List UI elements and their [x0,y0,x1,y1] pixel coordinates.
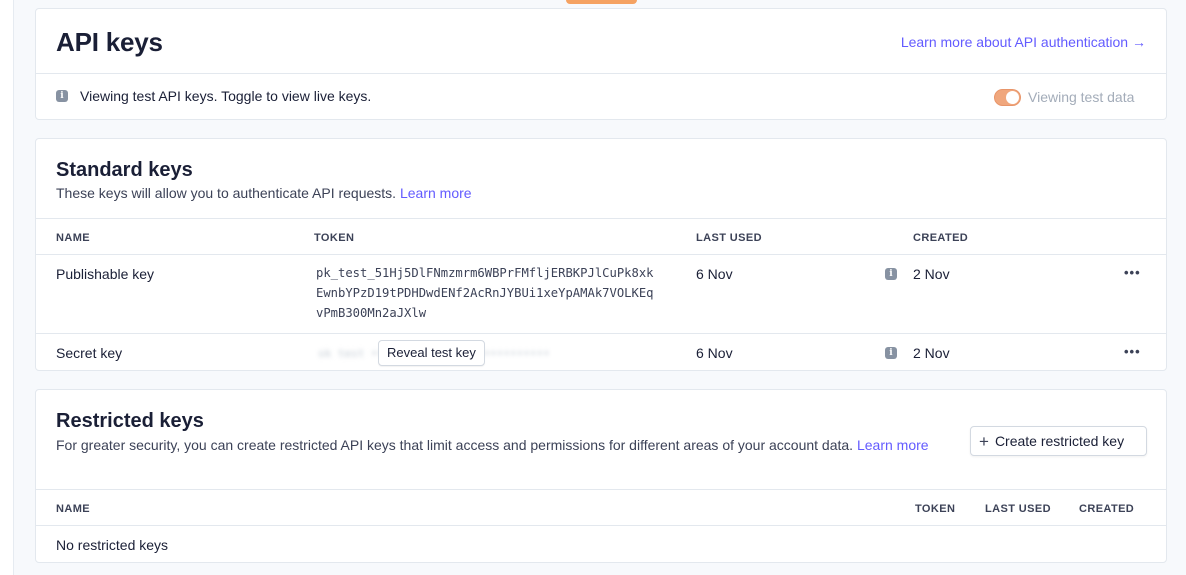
column-header-name: NAME [56,232,90,244]
standard-keys-learn-more-link[interactable]: Learn more [400,185,472,201]
more-horizontal-icon[interactable]: ••• [1124,344,1141,359]
api-keys-header-card: API keys Learn more about API authentica… [35,8,1167,120]
page-title: API keys [56,27,163,57]
test-data-toggle-label: Viewing test data [1028,89,1135,105]
divider [36,254,1166,255]
standard-keys-card: Standard keys These keys will allow you … [35,138,1167,371]
reveal-test-key-button[interactable]: Reveal test key [378,340,485,366]
test-keys-message: Viewing test API keys. Toggle to view li… [80,88,372,104]
column-header-last-used: LAST USED [696,232,762,244]
plus-icon: + [979,432,989,451]
info-icon: i [56,90,68,102]
info-icon[interactable]: i [885,268,897,280]
learn-api-authentication-link[interactable]: Learn more about API authentication → [901,34,1146,50]
divider [36,333,1166,334]
standard-keys-title: Standard keys [56,159,193,181]
create-restricted-key-button[interactable]: + Create restricted key [970,426,1147,456]
column-header-created: CREATED [1079,503,1135,515]
restricted-keys-card: Restricted keys For greater security, yo… [35,389,1167,563]
standard-keys-description-text: These keys will allow you to authenticat… [56,185,397,201]
divider [36,73,1166,74]
toggle-knob [1006,91,1019,104]
column-header-name: NAME [56,503,90,515]
test-data-toggle[interactable] [994,89,1021,106]
column-header-token: TOKEN [915,503,956,515]
more-horizontal-icon[interactable]: ••• [1124,265,1141,280]
column-header-created: CREATED [913,232,969,244]
restricted-keys-learn-more-link[interactable]: Learn more [857,437,929,453]
secret-key-created: 2 Nov [913,345,950,361]
restricted-keys-description: For greater security, you can create res… [56,435,941,455]
publishable-key-created: 2 Nov [913,266,950,282]
publishable-key-token[interactable]: pk_test_51Hj5DlFNmzmrm6WBPrFMfljERBKPJlC… [316,263,656,323]
secret-key-last-used: 6 Nov [696,345,733,361]
divider [36,489,1166,490]
test-mode-tab [566,0,637,4]
restricted-keys-title: Restricted keys [56,410,204,432]
create-restricted-key-label: Create restricted key [994,433,1125,449]
column-header-last-used: LAST USED [985,503,1051,515]
publishable-key-name: Publishable key [56,266,155,282]
publishable-key-last-used: 6 Nov [696,266,733,282]
restricted-keys-description-text: For greater security, you can create res… [56,437,854,453]
divider [36,218,1166,219]
standard-keys-description: These keys will allow you to authenticat… [56,183,472,203]
secret-key-name: Secret key [56,345,123,361]
restricted-keys-empty-state: No restricted keys [56,537,169,553]
divider [36,525,1166,526]
column-header-token: TOKEN [314,232,355,244]
info-icon[interactable]: i [885,347,897,359]
left-nav-edge [0,0,14,575]
